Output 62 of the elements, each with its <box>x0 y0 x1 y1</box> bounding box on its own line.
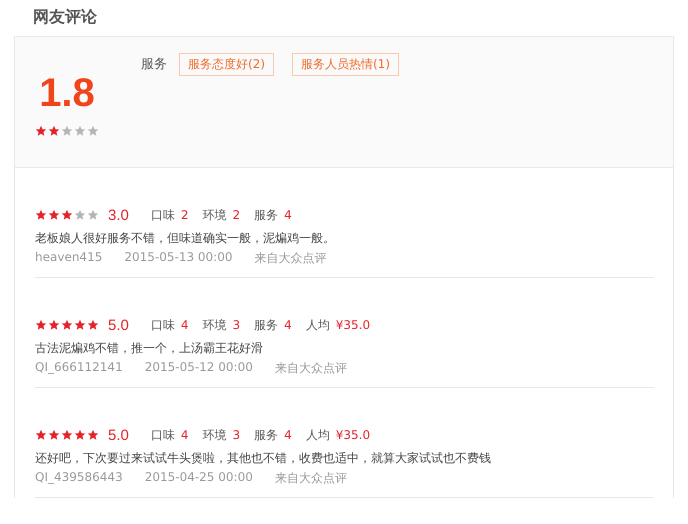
username: heaven415 <box>35 250 102 266</box>
section-title: 网友评论 <box>32 6 98 28</box>
review-source: 来自大众点评 <box>274 470 347 487</box>
rating-label: 口味 <box>150 316 175 334</box>
review-score: 3.0 <box>108 206 129 224</box>
rating-label: 服务 <box>254 206 278 224</box>
review-date: 2015-05-12 00:00 <box>144 360 253 376</box>
rating-label: 口味 <box>150 206 175 224</box>
star-icon <box>48 319 60 331</box>
star-icon <box>74 319 86 331</box>
star-icon <box>61 429 73 441</box>
rating-value: 4 <box>180 428 188 442</box>
rating-label: 人均 <box>306 316 330 334</box>
rating-label: 人均 <box>306 426 330 444</box>
rating-value: 3 <box>232 428 240 442</box>
review-date: 2015-05-13 00:00 <box>124 250 232 266</box>
star-icon <box>74 209 86 221</box>
star-icon <box>74 429 86 441</box>
rating-label: 环境 <box>202 206 226 224</box>
review-text: 古法泥煸鸡不错，推一个，上汤霸王花好滑 <box>35 340 264 357</box>
username: QI_666112141 <box>35 360 123 376</box>
rating-value: 2 <box>232 208 240 222</box>
rating-value: ¥35.0 <box>336 428 370 442</box>
star-icon <box>48 209 60 221</box>
rating-value: 2 <box>180 208 188 222</box>
review-text: 还好吧，下次要过来试试牛头煲啦，其他也不错，收费也适中，就算大家试试也不费钱 <box>35 450 492 467</box>
rating-value: ¥35.0 <box>336 318 370 332</box>
star-icon <box>87 429 99 441</box>
rating-label: 环境 <box>202 426 226 444</box>
review-tag[interactable]: 服务人员热情(1) <box>292 52 399 76</box>
review-score: 5.0 <box>108 426 129 444</box>
star-icon <box>35 429 47 441</box>
star-icon <box>35 319 47 331</box>
rating-label: 服务 <box>254 426 278 444</box>
username: QI_439586443 <box>35 470 123 486</box>
average-score: 1.8 <box>39 71 95 115</box>
rating-value: 4 <box>284 318 292 332</box>
review-source: 来自大众点评 <box>274 360 347 377</box>
tag-group-label: 服务 <box>141 56 167 73</box>
star-icon <box>87 209 99 221</box>
star-icon <box>48 125 60 137</box>
rating-label: 服务 <box>254 316 278 334</box>
star-icon <box>61 319 73 331</box>
rating-value: 4 <box>180 318 188 332</box>
rating-value: 3 <box>232 318 240 332</box>
review-tag[interactable]: 服务态度好(2) <box>179 52 274 76</box>
star-icon <box>35 209 47 221</box>
rating-label: 口味 <box>150 426 175 444</box>
rating-label: 环境 <box>202 316 226 334</box>
review-date: 2015-04-25 00:00 <box>144 470 253 486</box>
rating-value: 4 <box>284 428 292 442</box>
star-icon <box>35 125 47 137</box>
star-icon <box>87 319 99 331</box>
review-text: 老板娘人很好服务不错，但味道确实一般，泥煸鸡一般。 <box>35 230 336 247</box>
star-icon <box>48 429 60 441</box>
review-score: 5.0 <box>108 316 129 334</box>
star-icon <box>74 125 86 137</box>
star-icon <box>61 125 73 137</box>
star-icon <box>87 125 99 137</box>
review-source: 来自大众点评 <box>254 250 326 267</box>
rating-value: 4 <box>284 208 292 222</box>
star-icon <box>61 209 73 221</box>
